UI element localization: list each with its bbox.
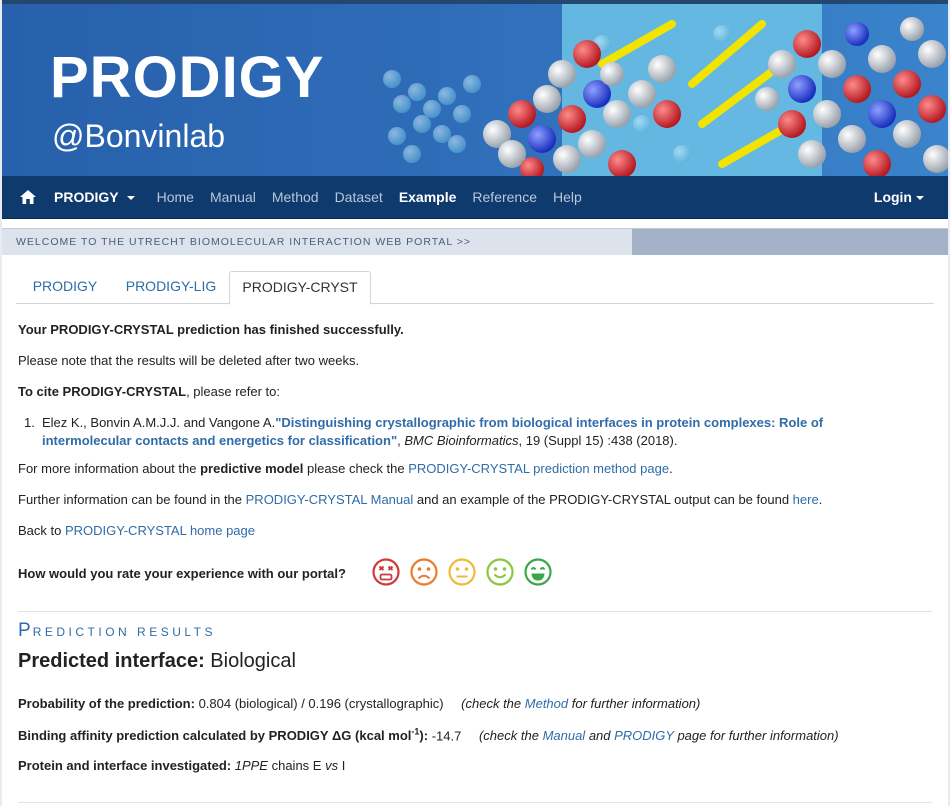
face-good-icon[interactable] xyxy=(485,557,515,587)
back-prefix: Back to xyxy=(18,523,65,538)
welcome-bar: WELCOME TO THE UTRECHT BIOMOLECULAR INTE… xyxy=(2,228,948,255)
affinity-label-end: ): xyxy=(419,728,429,744)
back-link-row: Back to PRODIGY-CRYSTAL home page xyxy=(18,522,932,540)
protein-pdb: 1PPE xyxy=(234,758,268,773)
rating-faces xyxy=(371,557,553,587)
protein-end: I xyxy=(338,758,346,773)
nav-home[interactable]: Home xyxy=(157,189,194,205)
affinity-note: (check the Manual and PRODIGY page for f… xyxy=(479,728,839,743)
probability-row: Probability of the prediction: 0.804 (bi… xyxy=(18,696,932,711)
nav-prodigy-dropdown[interactable]: PRODIGY xyxy=(54,189,135,205)
example-here-link[interactable]: here xyxy=(793,492,819,507)
face-very-good-icon[interactable] xyxy=(523,557,553,587)
rating-question: How would you rate your experience with … xyxy=(18,566,346,581)
nav-manual[interactable]: Manual xyxy=(210,189,256,205)
predicted-interface: Predicted interface: Biological xyxy=(18,650,296,673)
predicted-value: Biological xyxy=(210,650,296,672)
tab-prodigy-cryst[interactable]: PRODIGY-CRYST xyxy=(229,271,371,305)
predicted-label: Predicted interface: xyxy=(18,650,205,672)
further-prefix: Further information can be found in the xyxy=(18,492,246,507)
face-bad-icon[interactable] xyxy=(409,557,439,587)
further-info: Further information can be found in the … xyxy=(18,491,932,509)
protein-label: Protein and interface investigated: xyxy=(18,758,232,773)
login-dropdown[interactable]: Login xyxy=(874,189,924,205)
model-info-bold: predictive model xyxy=(200,461,304,476)
section-title-prediction-results: PREDICTION RESULTS xyxy=(18,620,216,642)
model-info-prefix: For more information about the xyxy=(18,461,201,476)
rating-row: How would you rate your experience with … xyxy=(18,558,932,586)
tool-tabs: PRODIGY PRODIGY-LIG PRODIGY-CRYST xyxy=(16,271,934,305)
divider xyxy=(18,611,932,612)
probability-label: Probability of the prediction: xyxy=(18,696,195,711)
site-title: PRODIGY xyxy=(50,45,325,110)
manual-link[interactable]: PRODIGY-CRYSTAL Manual xyxy=(246,492,414,507)
face-very-bad-icon[interactable] xyxy=(371,557,401,587)
caret-down-icon xyxy=(916,196,924,201)
home-icon[interactable] xyxy=(2,176,54,218)
nav-method[interactable]: Method xyxy=(272,189,319,205)
protein-chains: chains E xyxy=(267,758,326,773)
method-page-link[interactable]: PRODIGY-CRYSTAL prediction method page xyxy=(408,461,669,476)
reference-journal: BMC Bioinformatics xyxy=(404,432,519,448)
nav-example[interactable]: Example xyxy=(399,189,457,205)
method-link[interactable]: Method xyxy=(525,696,568,711)
section-title-rest: REDICTION RESULTS xyxy=(32,625,216,639)
protein-vs: vs xyxy=(325,758,339,773)
tab-prodigy[interactable]: PRODIGY xyxy=(17,271,113,302)
affinity-label: Binding affinity prediction calculated b… xyxy=(18,727,429,744)
section-title-cap: P xyxy=(18,620,33,641)
cite-bold: To cite PRODIGY-CRYSTAL xyxy=(18,384,187,399)
caret-down-icon xyxy=(126,196,135,201)
main-navbar: PRODIGY Home Manual Method Dataset Examp… xyxy=(2,176,948,219)
prob-note-suffix: for further information) xyxy=(568,696,701,711)
affinity-row: Binding affinity prediction calculated b… xyxy=(18,727,932,743)
prob-note-prefix: (check the xyxy=(461,696,525,711)
success-message: Your PRODIGY-CRYSTAL prediction has fini… xyxy=(18,322,404,337)
nav-reference[interactable]: Reference xyxy=(472,189,537,205)
model-info: For more information about the predictiv… xyxy=(18,460,932,478)
affinity-note-suffix: page for further information) xyxy=(673,728,839,744)
further-mid: and an example of the PRODIGY-CRYSTAL ou… xyxy=(413,492,793,507)
header-banner: PRODIGY @Bonvinlab xyxy=(2,0,948,176)
model-info-end: . xyxy=(669,461,673,476)
face-neutral-icon[interactable] xyxy=(447,557,477,587)
reference-authors: Elez K., Bonvin A.M.J.J. and Vangone A. xyxy=(42,415,276,430)
affinity-label-text: Binding affinity prediction calculated b… xyxy=(18,728,412,744)
cite-instruction: To cite PRODIGY-CRYSTAL, please refer to… xyxy=(18,383,932,401)
nav-prodigy-label: PRODIGY xyxy=(54,189,119,205)
welcome-link[interactable]: WELCOME TO THE UTRECHT BIOMOLECULAR INTE… xyxy=(16,236,471,248)
deletion-note: Please note that the results will be del… xyxy=(18,353,360,368)
affinity-note-prefix: (check the xyxy=(478,728,543,744)
model-info-mid: please check the xyxy=(303,461,409,476)
nav-help[interactable]: Help xyxy=(553,189,582,205)
nav-dataset[interactable]: Dataset xyxy=(335,189,383,205)
reference-text: Elez K., Bonvin A.M.J.J. and Vangone A."… xyxy=(42,414,862,449)
prodigy-note-link[interactable]: PRODIGY xyxy=(614,728,674,743)
reference-number: 1. xyxy=(24,415,35,430)
affinity-value: -14.7 xyxy=(431,728,462,744)
probability-value: 0.804 (biological) / 0.196 (crystallogra… xyxy=(198,696,444,711)
manual-note-link[interactable]: Manual xyxy=(543,728,586,743)
home-page-link[interactable]: PRODIGY-CRYSTAL home page xyxy=(65,523,255,538)
bottom-divider xyxy=(18,802,932,803)
welcome-bar-filler xyxy=(632,229,948,255)
cite-rest: , please refer to: xyxy=(186,384,281,399)
site-subtitle: @Bonvinlab xyxy=(52,118,226,154)
protein-row: Protein and interface investigated: 1PPE… xyxy=(18,758,932,773)
probability-note: (check the Method for further informatio… xyxy=(461,696,700,711)
reference-details: , 19 (Suppl 15) :438 (2018). xyxy=(518,432,678,448)
login-label: Login xyxy=(873,189,912,205)
page: PRODIGY @Bonvinlab PRODIGY Home Manual M… xyxy=(2,0,948,806)
affinity-note-mid: and xyxy=(585,728,615,744)
tab-prodigy-lig[interactable]: PRODIGY-LIG xyxy=(114,271,228,302)
further-end: . xyxy=(818,492,823,507)
